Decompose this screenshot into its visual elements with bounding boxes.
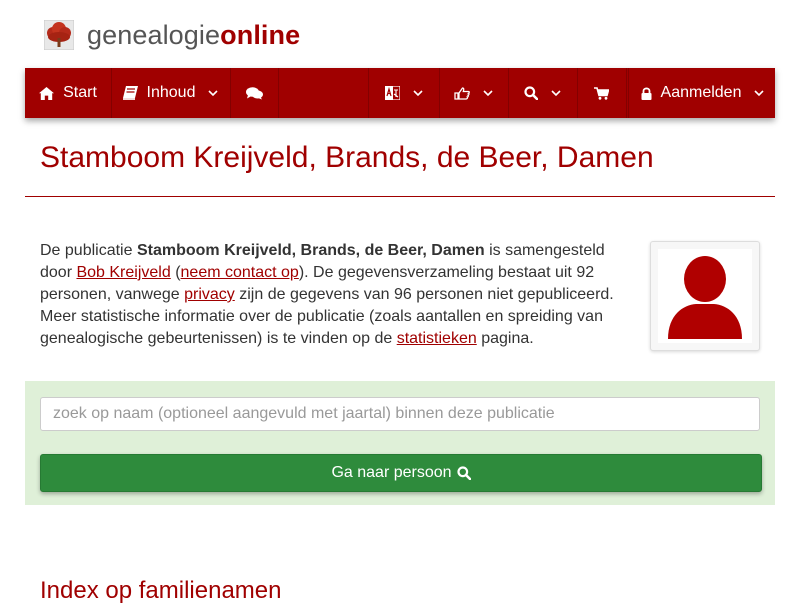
statistics-link[interactable]: statistieken [397,330,477,347]
intro-text: De publicatie [40,242,137,259]
page-title: Stamboom Kreijveld, Brands, de Beer, Dam… [40,141,654,174]
thumbs-up-icon [453,86,470,100]
nav-language[interactable] [368,68,440,118]
publication-name: Stamboom Kreijveld, Brands, de Beer, Dam… [136,242,485,259]
intro-text: pagina. [476,330,534,347]
comments-icon [245,86,263,99]
book-icon [122,86,138,100]
title-divider [25,196,775,197]
nav-search[interactable] [508,68,578,118]
intro-text: ( [170,264,181,281]
brand-name-part1: genealogie [87,20,221,50]
nav-share[interactable] [438,68,509,118]
user-silhouette-icon [668,256,742,339]
lock-icon [641,87,652,100]
search-icon [456,466,471,480]
person-search-input[interactable] [40,397,760,431]
nav-login-label: Aanmelden [660,84,742,101]
nav-cart[interactable] [577,68,627,118]
publication-intro: De publicatie Stamboom Kreijveld, Brands… [40,240,630,350]
privacy-link[interactable]: privacy [184,286,235,303]
brand-name: genealogieonline [87,18,300,52]
contact-link[interactable]: neem contact op [181,264,299,281]
site-logo[interactable]: genealogieonline [44,17,300,53]
home-icon [39,86,55,100]
chevron-down-icon [754,89,765,96]
chevron-down-icon [482,89,493,96]
tree-icon [44,20,74,50]
author-link[interactable]: Bob Kreijveld [76,264,170,281]
author-avatar [650,241,760,351]
nav-comments[interactable] [230,68,279,118]
shopping-cart-icon [594,86,609,100]
brand-name-part2: online [220,20,301,50]
chevron-down-icon [551,89,561,96]
go-to-person-button[interactable]: Ga naar persoon [40,454,762,492]
person-search-panel: Ga naar persoon [25,381,775,505]
main-navbar: Start Inhoud Aanmelden [25,68,775,118]
nav-start-label: Start [63,84,97,101]
chevron-down-icon [413,89,423,96]
language-icon [385,86,400,100]
surname-index-heading: Index op familienamen [40,577,282,604]
nav-login[interactable]: Aanmelden [628,68,776,118]
chevron-down-icon [208,89,219,96]
nav-inhoud[interactable]: Inhoud [111,68,231,118]
go-to-person-label: Ga naar persoon [331,464,452,481]
nav-inhoud-label: Inhoud [146,84,196,101]
nav-start[interactable]: Start [25,68,112,118]
search-icon [524,86,538,100]
